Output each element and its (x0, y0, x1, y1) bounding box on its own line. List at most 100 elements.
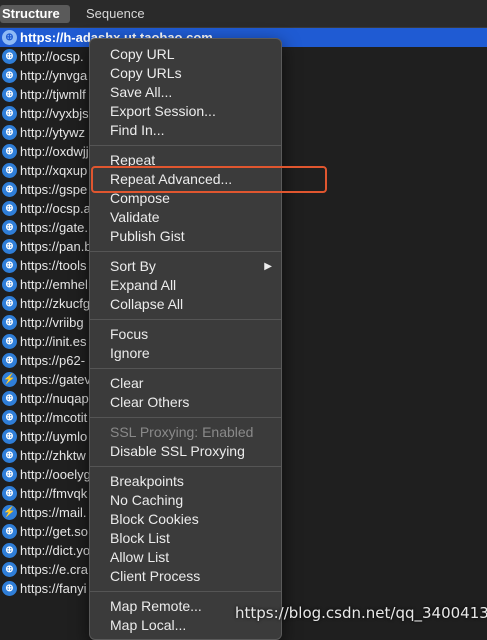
menu-item-label: SSL Proxying: Enabled (110, 424, 254, 440)
globe-icon: ⊕ (2, 277, 17, 292)
globe-icon: ⊕ (2, 49, 17, 64)
menu-item-label: Clear Others (110, 394, 190, 410)
tree-row-label: http://ocsp. (20, 49, 84, 64)
menu-item-label: Breakpoints (110, 473, 184, 489)
menu-item-label: Collapse All (110, 296, 184, 312)
globe-icon: ⊕ (2, 524, 17, 539)
menu-separator (90, 145, 281, 146)
globe-icon: ⊕ (2, 258, 17, 273)
globe-icon: ⊕ (2, 296, 17, 311)
watermark: https://blog.csdn.net/qq_34004131 (235, 604, 487, 622)
menu-item-label: Sort By (110, 258, 156, 274)
menu-item-copy-urls[interactable]: Copy URLs (90, 64, 281, 83)
menu-item-no-caching[interactable]: No Caching (90, 491, 281, 510)
menu-item-label: Clear (110, 375, 144, 391)
globe-icon: ⊕ (2, 182, 17, 197)
tree-row-label: http://ocsp.a (20, 201, 91, 216)
tab-bar: Structure Sequence (0, 0, 487, 28)
tree-row-label: https://gatev (20, 372, 91, 387)
menu-item-label: Allow List (110, 549, 170, 565)
menu-item-collapse-all[interactable]: Collapse All (90, 295, 281, 314)
highlight-annotation-box (91, 166, 327, 193)
menu-item-publish-gist[interactable]: Publish Gist (90, 227, 281, 246)
menu-item-focus[interactable]: Focus (90, 325, 281, 344)
bolt-icon: ⚡ (2, 505, 17, 520)
menu-separator (90, 417, 281, 418)
globe-icon: ⊕ (2, 562, 17, 577)
menu-item-label: Validate (110, 209, 160, 225)
tree-row-label: http://uymlo (20, 429, 88, 444)
menu-item-label: Publish Gist (110, 228, 185, 244)
menu-item-block-list[interactable]: Block List (90, 529, 281, 548)
tree-row-label: http://zkucfg (20, 296, 91, 311)
menu-item-client-process[interactable]: Client Process (90, 567, 281, 586)
globe-icon: ⊕ (2, 486, 17, 501)
globe-icon: ⊕ (2, 201, 17, 216)
menu-item-validate[interactable]: Validate (90, 208, 281, 227)
context-menu: Copy URL Copy URLs Save All... Export Sessi… (89, 38, 282, 640)
bolt-icon: ⚡ (2, 372, 17, 387)
globe-icon: ⊕ (2, 30, 17, 45)
menu-item-label: No Caching (110, 492, 184, 508)
menu-item-ignore[interactable]: Ignore (90, 344, 281, 363)
tree-row-label: https://fanyi (20, 581, 87, 596)
globe-icon: ⊕ (2, 239, 17, 254)
menu-item-clear[interactable]: Clear (90, 374, 281, 393)
tree-row-label: http://nuqap (20, 391, 89, 406)
menu-item-breakpoints[interactable]: Breakpoints (90, 472, 281, 491)
menu-item-label: Focus (110, 326, 149, 342)
tree-row-label: http://mcotit (20, 410, 88, 425)
menu-item-label: Find In... (110, 122, 165, 138)
tree-row-label: https://mail. (20, 505, 87, 520)
menu-item-find-in[interactable]: Find In... (90, 121, 281, 140)
menu-separator (90, 368, 281, 369)
tree-row-label: https://pan.b (20, 239, 92, 254)
globe-icon: ⊕ (2, 125, 17, 140)
globe-icon: ⊕ (2, 353, 17, 368)
submenu-arrow-icon: ▶ (264, 261, 272, 272)
menu-item-disable-ssl-proxying[interactable]: Disable SSL Proxying (90, 442, 281, 461)
menu-item-save-all[interactable]: Save All... (90, 83, 281, 102)
globe-icon: ⊕ (2, 87, 17, 102)
menu-separator (90, 466, 281, 467)
menu-item-export-session[interactable]: Export Session... (90, 102, 281, 121)
menu-item-label: Export Session... (110, 103, 216, 119)
tab-structure[interactable]: Structure (0, 5, 70, 23)
tree-row-label: http://vyxbjs (20, 106, 89, 121)
tree-row-label: http://fmvqk (20, 486, 88, 501)
menu-item-copy-url[interactable]: Copy URL (90, 45, 281, 64)
globe-icon: ⊕ (2, 144, 17, 159)
menu-item-ssl-proxying-enabled: SSL Proxying: Enabled (90, 423, 281, 442)
globe-icon: ⊕ (2, 410, 17, 425)
menu-item-allow-list[interactable]: Allow List (90, 548, 281, 567)
menu-item-clear-others[interactable]: Clear Others (90, 393, 281, 412)
globe-icon: ⊕ (2, 581, 17, 596)
globe-icon: ⊕ (2, 334, 17, 349)
menu-separator (90, 591, 281, 592)
menu-item-label: Save All... (110, 84, 173, 100)
menu-item-sort-by[interactable]: Sort By ▶ (90, 257, 281, 276)
tree-row-label: http://zhktw (20, 448, 86, 463)
menu-item-label: Expand All (110, 277, 177, 293)
globe-icon: ⊕ (2, 220, 17, 235)
menu-item-expand-all[interactable]: Expand All (90, 276, 281, 295)
tab-sequence[interactable]: Sequence (78, 5, 153, 23)
globe-icon: ⊕ (2, 315, 17, 330)
tree-row-label: http://get.so (20, 524, 88, 539)
tree-row-label: http://tjwmlf (20, 87, 86, 102)
menu-item-label: Map Remote... (110, 598, 202, 614)
menu-item-label: Ignore (110, 345, 150, 361)
tree-row-label: https://tools (20, 258, 87, 273)
menu-item-block-cookies[interactable]: Block Cookies (90, 510, 281, 529)
menu-item-label: Copy URL (110, 46, 175, 62)
tree-row-label: https://gate. (20, 220, 88, 235)
globe-icon: ⊕ (2, 163, 17, 178)
tree-row-label: http://xqxup (20, 163, 88, 178)
tree-row-label: https://gspe (20, 182, 88, 197)
menu-item-label: Client Process (110, 568, 201, 584)
menu-item-label: Block Cookies (110, 511, 199, 527)
tree-row-label: http://ooelyg (20, 467, 91, 482)
tree-row-label: https://e.cra (20, 562, 88, 577)
menu-separator (90, 319, 281, 320)
tree-row-label: http://ytywz (20, 125, 86, 140)
